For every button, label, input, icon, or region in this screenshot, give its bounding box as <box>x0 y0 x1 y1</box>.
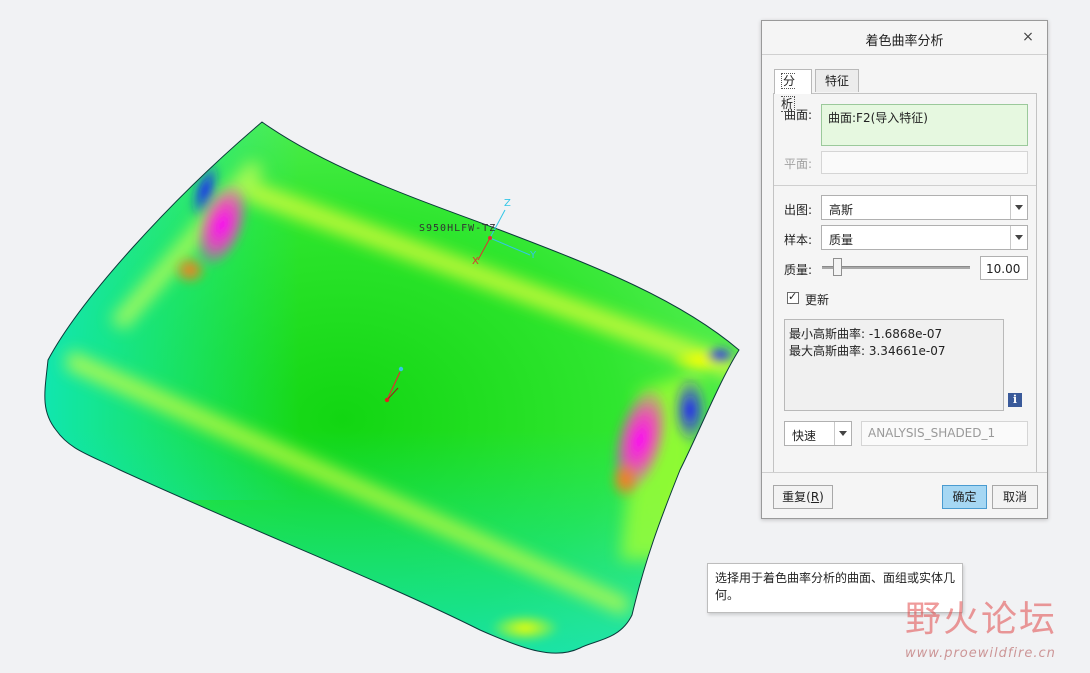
surface-collector[interactable]: 曲面:F2(导入特征) <box>821 104 1028 146</box>
dialog-title: 着色曲率分析 <box>865 34 944 49</box>
footer-divider <box>762 472 1047 473</box>
quality-slider-track[interactable] <box>822 266 970 269</box>
tab-feature[interactable]: 特征 <box>815 69 859 92</box>
tab-feature-label: 特征 <box>824 74 849 88</box>
analysis-name-field[interactable]: ANALYSIS_SHADED_1 <box>861 421 1028 446</box>
tab-analysis-label: 分析 <box>781 73 796 112</box>
axis-x-label: X <box>472 256 479 267</box>
watermark-url: www.proewildfire.cn <box>905 646 1056 661</box>
update-label: 更新 <box>805 293 830 307</box>
repeat-accel: R <box>810 490 820 504</box>
axis-y-label: Y <box>530 250 537 261</box>
plane-label: 平面: <box>784 157 813 171</box>
csys-label: S950HLFW-TZ <box>419 223 497 234</box>
close-icon[interactable]: × <box>1019 28 1037 46</box>
chevron-down-icon[interactable] <box>1010 196 1027 219</box>
min-gauss-curvature: 最小高斯曲率: -1.6868e-07 <box>789 327 943 341</box>
panel-divider <box>774 185 1036 186</box>
max-gauss-curvature: 最大高斯曲率: 3.34661e-07 <box>789 344 946 358</box>
chevron-down-icon[interactable] <box>1010 226 1027 249</box>
output-select[interactable]: 高斯 <box>821 195 1028 220</box>
info-icon[interactable]: i <box>1008 393 1022 407</box>
output-value: 高斯 <box>829 203 854 217</box>
repeat-label: 重复 <box>782 490 807 504</box>
sample-label: 样本: <box>784 233 813 247</box>
quality-slider-thumb[interactable] <box>832 258 842 276</box>
watermark-logo: 野火论坛 www.proewildfire.cn <box>905 590 1080 665</box>
chevron-down-icon[interactable] <box>834 422 851 445</box>
cancel-button[interactable]: 取消 <box>992 485 1038 509</box>
mode-select[interactable]: 快速 <box>784 421 852 446</box>
repeat-button[interactable]: 重复(R) <box>773 485 833 509</box>
shaded-curvature-dialog: 着色曲率分析 × 分析 特征 曲面: 曲面:F2(导入特征) 平面: 出图: 高… <box>761 20 1048 519</box>
dialog-titlebar[interactable]: 着色曲率分析 × <box>762 21 1047 55</box>
axis-z-label: Z <box>504 198 511 209</box>
quality-input[interactable]: 10.00 <box>980 256 1028 280</box>
ok-button[interactable]: 确定 <box>942 485 987 509</box>
output-label: 出图: <box>784 203 813 217</box>
plane-collector[interactable] <box>821 151 1028 174</box>
tab-analysis[interactable]: 分析 <box>774 69 812 112</box>
quality-label: 质量: <box>784 263 813 277</box>
analysis-tab-panel: 曲面: 曲面:F2(导入特征) 平面: 出图: 高斯 样本: 质量 质量: 10… <box>773 93 1037 473</box>
watermark-title: 野火论坛 <box>905 599 1058 640</box>
surface-value: 曲面:F2(导入特征) <box>828 111 928 125</box>
mode-value: 快速 <box>792 429 817 443</box>
sample-value: 质量 <box>829 233 854 247</box>
analysis-name-value: ANALYSIS_SHADED_1 <box>868 426 996 440</box>
update-checkbox[interactable] <box>787 290 799 304</box>
sample-select[interactable]: 质量 <box>821 225 1028 250</box>
results-box: 最小高斯曲率: -1.6868e-07 最大高斯曲率: 3.34661e-07 <box>784 319 1004 411</box>
quality-value: 10.00 <box>986 262 1021 276</box>
